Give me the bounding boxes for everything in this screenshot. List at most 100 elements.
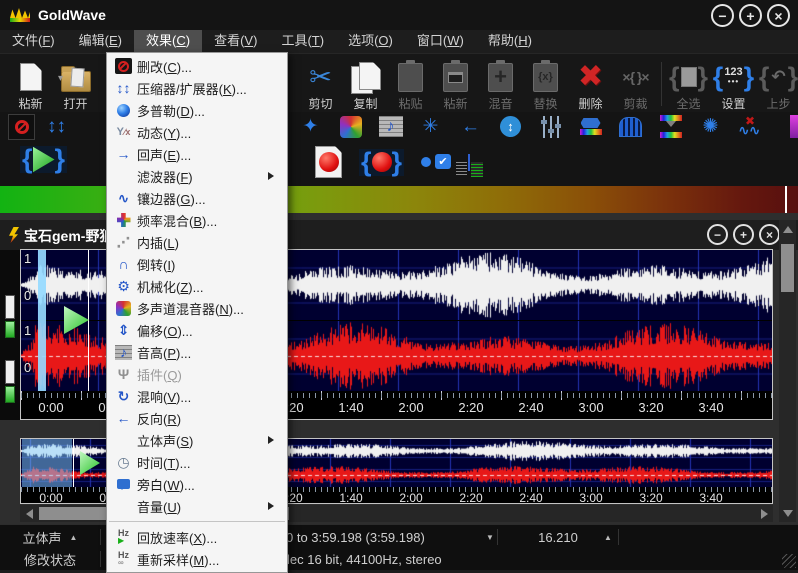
record-selection-icon[interactable]: {} xyxy=(359,149,404,176)
pitch-chart-icon[interactable]: ♪ xyxy=(377,114,404,140)
effects-menu: 删改(C)... ↕↕ 压缩器/扩展器(K)... 多普勒(D)... Y∕x … xyxy=(106,52,288,573)
minimize-button[interactable]: − xyxy=(711,4,734,27)
device-window-icon[interactable] xyxy=(468,155,470,170)
menubar-item[interactable]: 帮助(H) xyxy=(476,30,544,53)
undo-step-icon: {↶} xyxy=(759,59,798,95)
dynamics-icon: Y∕x xyxy=(110,126,137,138)
effects-menu-item[interactable]: 多普勒(D)... xyxy=(107,99,287,121)
effects-menu-item[interactable]: ↕↕ 压缩器/扩展器(K)... xyxy=(107,77,287,99)
spectrum-slider-icon[interactable] xyxy=(657,114,684,140)
maximize-button[interactable]: + xyxy=(739,4,762,27)
gate-icon[interactable] xyxy=(617,114,644,140)
menubar-item[interactable]: 效果(C) xyxy=(134,30,202,53)
resize-grip[interactable] xyxy=(782,554,796,568)
overview-cursor xyxy=(73,439,74,487)
ruler-label: 2:40 xyxy=(501,491,561,505)
effects-menu-item[interactable]: ↻ 混响(V)... xyxy=(107,385,287,407)
app-title: GoldWave xyxy=(38,7,106,23)
no-entry-icon[interactable] xyxy=(8,114,35,140)
playback-cursor xyxy=(88,250,89,391)
new-file-icon xyxy=(20,59,42,95)
scrollbar-thumb[interactable] xyxy=(781,244,794,292)
spark-icon[interactable]: ✺ xyxy=(697,114,724,140)
mixer-palette-icon[interactable] xyxy=(337,114,364,140)
toolbar-separator xyxy=(661,62,662,106)
paste-icon xyxy=(398,59,423,95)
toolbar-button: ×{ }× 剪裁 xyxy=(613,55,658,111)
toolbar-button: + 混音 xyxy=(478,55,523,111)
position-cell[interactable]: 16.210 ▲ xyxy=(498,526,618,548)
right-channel-led xyxy=(5,386,15,403)
reverse-arrow-icon[interactable]: ← xyxy=(457,114,484,140)
compass-icon[interactable]: ✦ xyxy=(297,114,324,140)
toolbar-button[interactable]: ✂ 剪切 xyxy=(298,55,343,111)
interpolate-icon: ⋰ xyxy=(110,235,137,249)
toolbar-button[interactable]: {123•••} 设置 xyxy=(711,55,756,111)
offset-circle-icon[interactable]: ↕ xyxy=(497,114,524,140)
scroll-up-icon[interactable] xyxy=(779,220,796,237)
clipped-effect-icon[interactable] xyxy=(790,115,798,138)
menubar-item[interactable]: 查看(V) xyxy=(202,30,269,53)
doc-maximize-button[interactable]: + xyxy=(733,224,754,245)
menubar: 文件(F)编辑(E)效果(C)查看(V)工具(T)选项(O)窗口(W)帮助(H) xyxy=(0,30,798,53)
scroll-left-icon[interactable] xyxy=(20,505,37,522)
ruler-label: 1:40 xyxy=(321,400,381,415)
scroll-right-icon[interactable] xyxy=(756,505,773,522)
delete-icon: ✖ xyxy=(578,59,603,95)
right-channel-button[interactable] xyxy=(5,360,15,384)
menu-separator xyxy=(109,521,285,522)
play-selection-icon[interactable]: {} xyxy=(20,146,67,173)
document-icon xyxy=(9,227,19,243)
effects-menu-item[interactable]: Hz∞ 重新采样(M)... xyxy=(107,548,287,570)
scroll-down-icon[interactable] xyxy=(779,505,796,522)
ruler-label: 2:40 xyxy=(501,400,561,415)
chevron-down-icon[interactable]: ▾ xyxy=(54,55,67,84)
effects-menu-item[interactable]: 多声道混音器(N)... xyxy=(107,297,287,319)
effects-menu-item[interactable]: 音量(U) xyxy=(107,495,287,517)
record-icon[interactable] xyxy=(315,146,342,178)
overview-selection[interactable] xyxy=(22,439,72,487)
peak-marker xyxy=(785,186,787,213)
menubar-item[interactable]: 窗口(W) xyxy=(405,30,476,53)
effects-menu-item[interactable]: ← 反向(R) xyxy=(107,407,287,429)
vertical-scrollbar[interactable] xyxy=(779,220,796,522)
close-button[interactable]: × xyxy=(767,4,790,27)
effects-menu-item[interactable]: ♪ 音高(P)... xyxy=(107,341,287,363)
effects-menu-item[interactable]: ◷ 时间(T)... xyxy=(107,451,287,473)
toolbar-button[interactable]: ✖ 删除 xyxy=(568,55,613,111)
invert-icon: ∩ xyxy=(110,257,137,271)
menubar-item[interactable]: 编辑(E) xyxy=(67,30,134,53)
effects-menu-item[interactable]: Hz▶ 回放速率(X)... xyxy=(107,526,287,548)
effects-menu-item[interactable]: → 回声(E)... xyxy=(107,143,287,165)
toolbar-button[interactable]: 粘新 xyxy=(8,55,53,111)
effects-menu-item[interactable]: 立体声(S) xyxy=(107,429,287,451)
wave-x-icon[interactable]: ∿∿✖ xyxy=(737,114,764,140)
monitor-check-icon[interactable]: ✔ xyxy=(421,154,451,170)
equalizer-sliders-icon[interactable] xyxy=(537,114,564,140)
effects-menu-item[interactable]: ⚙ 机械化(Z)... xyxy=(107,275,287,297)
doc-minimize-button[interactable]: − xyxy=(707,224,728,245)
channel-mode-cell[interactable]: 立体声▲ xyxy=(0,526,100,548)
doc-close-button[interactable]: × xyxy=(759,224,780,245)
ruler-label: 3:40 xyxy=(681,491,741,505)
effects-menu-item[interactable]: 频率混合(B)... xyxy=(107,209,287,231)
effects-menu-item[interactable]: ∿ 镶边器(G)... xyxy=(107,187,287,209)
menubar-item[interactable]: 工具(T) xyxy=(269,30,336,53)
effects-menu-item[interactable]: 旁白(W)... xyxy=(107,473,287,495)
selection-region[interactable] xyxy=(38,250,46,391)
spread-arrows-icon[interactable]: ✳ xyxy=(417,114,444,140)
hex-spectrum-icon[interactable] xyxy=(577,114,604,140)
effects-menu-item[interactable]: ⇕ 偏移(O)... xyxy=(107,319,287,341)
effects-menu-item[interactable]: ⋰ 内插(L) xyxy=(107,231,287,253)
effects-menu-item[interactable]: ∩ 倒转(I) xyxy=(107,253,287,275)
menubar-item[interactable]: 文件(F) xyxy=(0,30,67,53)
ruler-label: 1:40 xyxy=(321,491,381,505)
left-channel-button[interactable] xyxy=(5,295,15,319)
effects-menu-item[interactable]: 滤波器(F) xyxy=(107,165,287,187)
ruler-label: 2:00 xyxy=(381,491,441,505)
compand-arrows-icon[interactable]: ↕↕ xyxy=(43,114,70,140)
toolbar-button[interactable]: 复制 xyxy=(343,55,388,111)
effects-menu-item[interactable]: Y∕x 动态(Y)... xyxy=(107,121,287,143)
menubar-item[interactable]: 选项(O) xyxy=(336,30,405,53)
effects-menu-item[interactable]: 删改(C)... xyxy=(107,55,287,77)
